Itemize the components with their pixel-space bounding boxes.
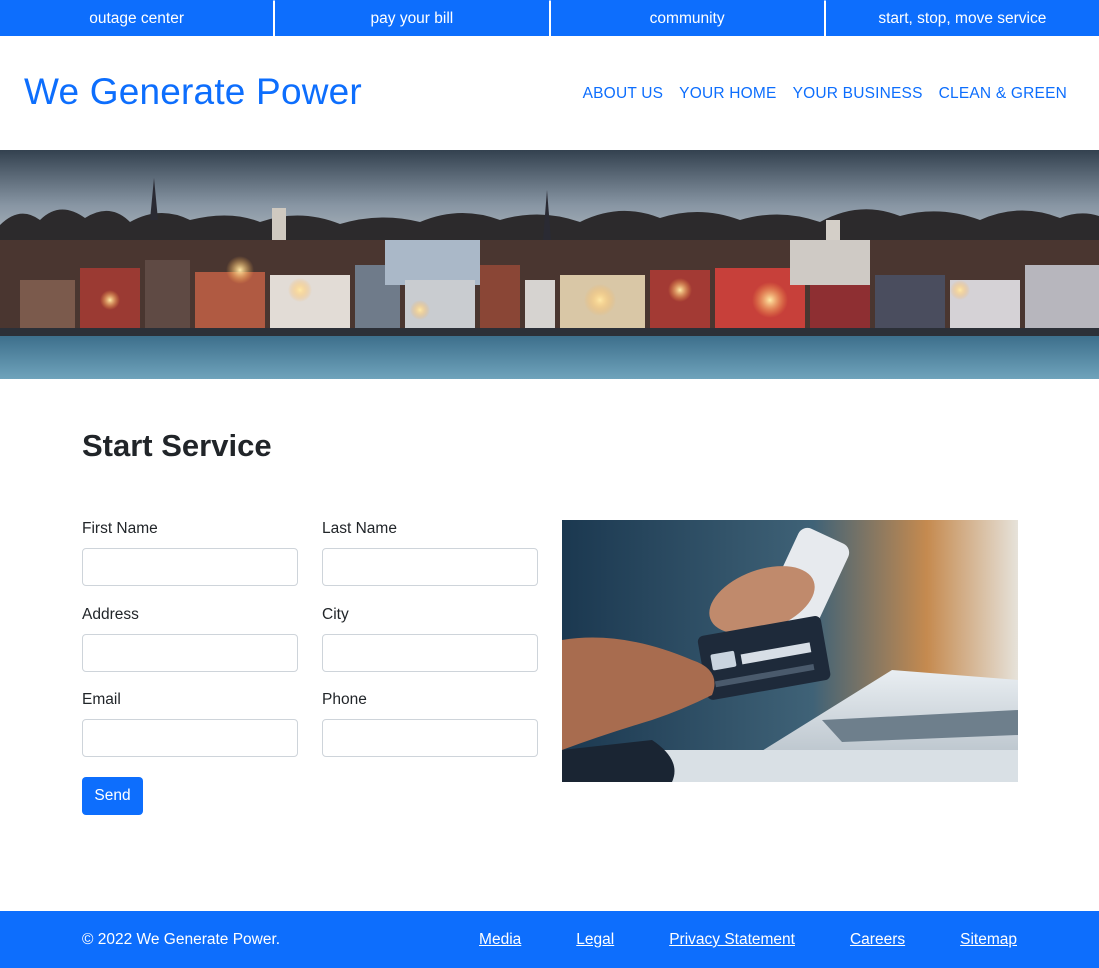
email-input[interactable] [82,719,298,757]
main-nav: ABOUT US YOUR HOME YOUR BUSINESS CLEAN &… [583,85,1067,103]
city-input[interactable] [322,634,538,672]
address-input[interactable] [82,634,298,672]
nav-about-us[interactable]: ABOUT US [583,85,664,103]
harbor-town-illustration [0,150,1099,379]
utility-link-pay-bill[interactable]: pay your bill [274,0,550,37]
footer-link-legal[interactable]: Legal [576,931,614,949]
payment-photo [562,520,1018,782]
site-footer: © 2022 We Generate Power. Media Legal Pr… [0,911,1099,968]
footer-link-media[interactable]: Media [479,931,521,949]
utility-link-outage-center[interactable]: outage center [0,0,275,37]
phone-label: Phone [322,691,367,708]
email-label: Email [82,691,121,708]
city-label: City [322,606,349,623]
copyright-text: © 2022 We Generate Power. [82,931,281,948]
footer-link-careers[interactable]: Careers [850,931,905,949]
phone-group: Phone [322,691,538,757]
first-name-group: First Name [82,520,298,586]
hero-banner-image [0,150,1099,379]
address-label: Address [82,606,139,623]
brand-logo-text[interactable]: We Generate Power [24,71,362,113]
first-name-input[interactable] [82,548,298,586]
site-header: We Generate Power ABOUT US YOUR HOME YOU… [0,37,1099,150]
footer-link-sitemap[interactable]: Sitemap [960,931,1017,949]
last-name-label: Last Name [322,520,397,537]
email-group: Email [82,691,298,757]
address-group: Address [82,606,298,672]
utility-link-community[interactable]: community [549,0,825,37]
credit-card-laptop-illustration [562,520,1018,782]
utility-link-start-stop-move[interactable]: start, stop, move service [824,0,1099,37]
send-button[interactable]: Send [82,777,143,815]
first-name-label: First Name [82,520,158,537]
utility-nav: outage center pay your bill community st… [0,0,1099,37]
nav-clean-green[interactable]: CLEAN & GREEN [939,85,1067,103]
footer-nav: Media Legal Privacy Statement Careers Si… [479,931,1017,949]
page-title: Start Service [82,428,272,463]
nav-your-home[interactable]: YOUR HOME [679,85,776,103]
city-group: City [322,606,538,672]
nav-your-business[interactable]: YOUR BUSINESS [793,85,923,103]
last-name-input[interactable] [322,548,538,586]
phone-input[interactable] [322,719,538,757]
footer-link-privacy-statement[interactable]: Privacy Statement [669,931,795,949]
last-name-group: Last Name [322,520,538,586]
